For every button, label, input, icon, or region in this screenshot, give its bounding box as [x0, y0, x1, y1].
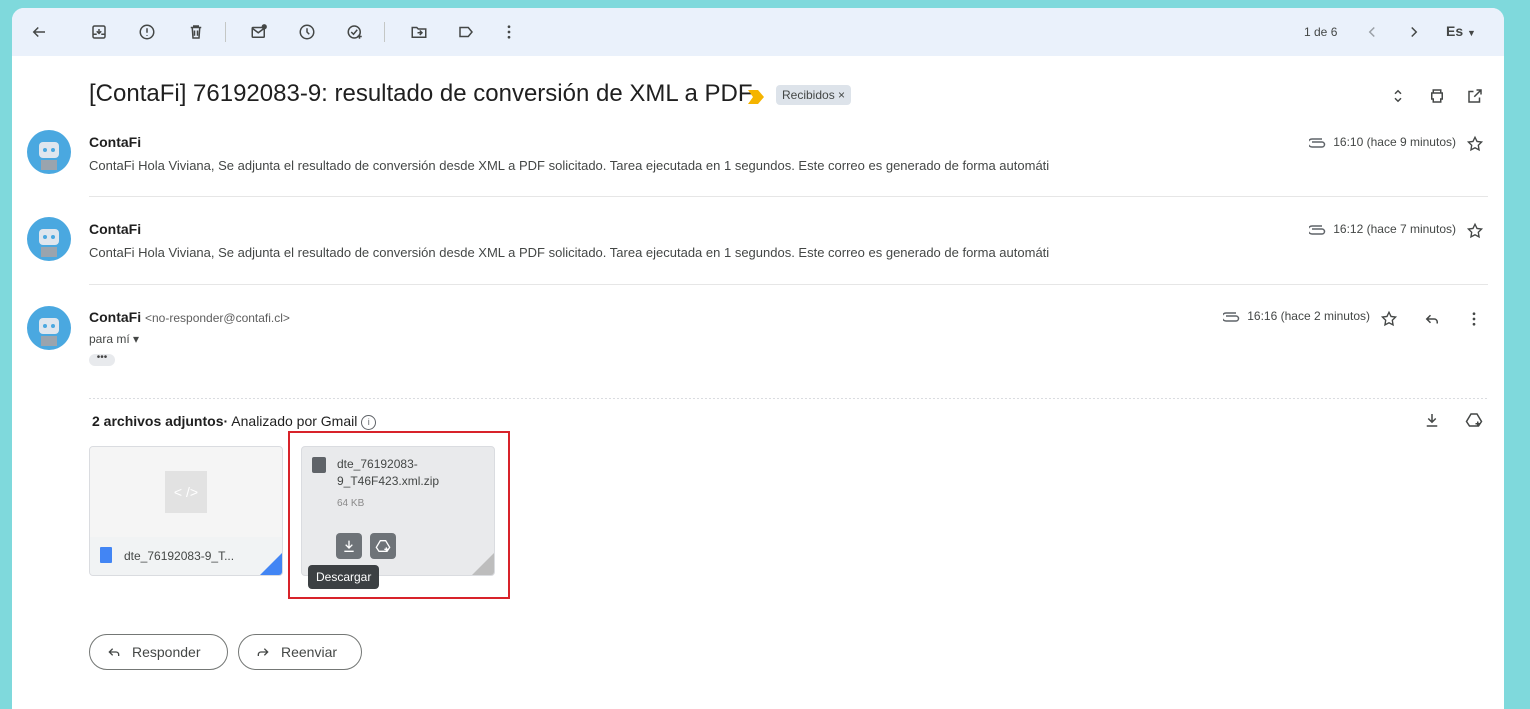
expand-all-icon[interactable]	[1386, 84, 1410, 108]
pager-count: 1 de 6	[1304, 25, 1338, 39]
sender-name-text: ContaFi	[89, 309, 142, 325]
sender-name: ContaFi	[89, 221, 142, 237]
gmail-window: 1 de 6 Es ▼ [ContaFi] 76192083-9: result…	[12, 8, 1504, 709]
open-new-window-icon[interactable]	[1463, 84, 1487, 108]
language-label: Es	[1446, 23, 1464, 39]
reply-label: Responder	[132, 644, 201, 660]
input-language-selector[interactable]: Es ▼	[1446, 23, 1476, 39]
print-icon[interactable]	[1425, 84, 1449, 108]
divider	[89, 196, 1488, 197]
thread-subject: [ContaFi] 76192083-9: resultado de conve…	[89, 80, 753, 107]
info-icon[interactable]: i	[361, 414, 377, 430]
corner-fold	[260, 553, 282, 575]
message-time-text: 16:12 (hace 7 minutos)	[1333, 222, 1456, 236]
reply-icon	[108, 648, 120, 656]
star-icon[interactable]	[1379, 309, 1399, 329]
message-time: 16:12 (hace 7 minutos)	[1309, 222, 1456, 236]
message-time-text: 16:10 (hace 9 minutos)	[1333, 135, 1456, 149]
label-chip-inbox[interactable]: Recibidos ×	[776, 85, 852, 105]
attachments-divider	[89, 398, 1488, 399]
message-snippet[interactable]: ContaFi Hola Viviana, Se adjunta el resu…	[89, 245, 1049, 260]
more-vert-icon[interactable]	[497, 20, 521, 44]
back-arrow-icon[interactable]	[27, 20, 51, 44]
toolbar-separator	[225, 22, 226, 42]
forward-icon	[257, 648, 269, 656]
attachments-header: 2 archivos adjuntos· Analizado por Gmail…	[92, 413, 377, 430]
star-icon[interactable]	[1465, 134, 1485, 154]
avatar	[27, 217, 71, 261]
avatar	[27, 306, 71, 350]
star-icon[interactable]	[1465, 221, 1485, 241]
chevron-right-icon[interactable]	[1402, 20, 1426, 44]
message-toolbar: 1 de 6 Es ▼	[12, 8, 1504, 56]
attachment-clip-icon	[1309, 225, 1326, 235]
move-to-folder-icon[interactable]	[407, 20, 431, 44]
attachments-count: 2 archivos adjuntos	[92, 413, 224, 429]
sender-email: <no-responder@contafi.cl>	[145, 311, 290, 325]
sender-name: ContaFi	[89, 134, 142, 150]
reply-button[interactable]: Responder	[89, 634, 228, 670]
download-all-icon[interactable]	[1422, 410, 1442, 430]
code-file-icon: < />	[165, 471, 207, 513]
mark-unread-icon[interactable]	[247, 20, 271, 44]
caret-down-icon: ▼	[1467, 28, 1476, 38]
message-time-text: 16:16 (hace 2 minutos)	[1247, 309, 1370, 323]
message-time: 16:16 (hace 2 minutos)	[1223, 309, 1370, 323]
document-icon	[100, 547, 112, 563]
message-snippet[interactable]: ContaFi Hola Viviana, Se adjunta el resu…	[89, 158, 1049, 173]
recipient-details-toggle[interactable]: para mí ▾	[89, 332, 139, 346]
chevron-left-icon[interactable]	[1360, 20, 1384, 44]
attachment-clip-icon	[1309, 138, 1326, 148]
more-vert-icon[interactable]	[1464, 309, 1484, 329]
highlight-box	[288, 431, 510, 599]
delete-icon[interactable]	[184, 20, 208, 44]
label-icon[interactable]	[454, 20, 478, 44]
divider	[89, 284, 1488, 285]
snooze-clock-icon[interactable]	[295, 20, 319, 44]
attachment-clip-icon	[1223, 312, 1240, 322]
forward-button[interactable]: Reenviar	[238, 634, 362, 670]
report-spam-icon[interactable]	[135, 20, 159, 44]
archive-icon[interactable]	[87, 20, 111, 44]
important-marker-icon[interactable]	[748, 90, 764, 104]
attachment-thumbnail: < />	[90, 447, 282, 537]
scanned-by-gmail: Analizado por Gmail	[231, 413, 358, 429]
toolbar-separator	[384, 22, 385, 42]
attachment-card[interactable]: < /> dte_76192083-9_T...	[89, 446, 283, 576]
message-time: 16:10 (hace 9 minutos)	[1309, 135, 1456, 149]
add-to-drive-icon[interactable]	[1464, 410, 1484, 430]
attachment-name: dte_76192083-9_T...	[124, 549, 235, 563]
sender-name: ContaFi <no-responder@contafi.cl>	[89, 309, 290, 325]
forward-label: Reenviar	[281, 644, 338, 660]
avatar	[27, 130, 71, 174]
add-task-icon[interactable]	[343, 20, 367, 44]
reply-icon[interactable]	[1422, 309, 1442, 329]
show-trimmed-content-button[interactable]: •••	[89, 353, 115, 366]
